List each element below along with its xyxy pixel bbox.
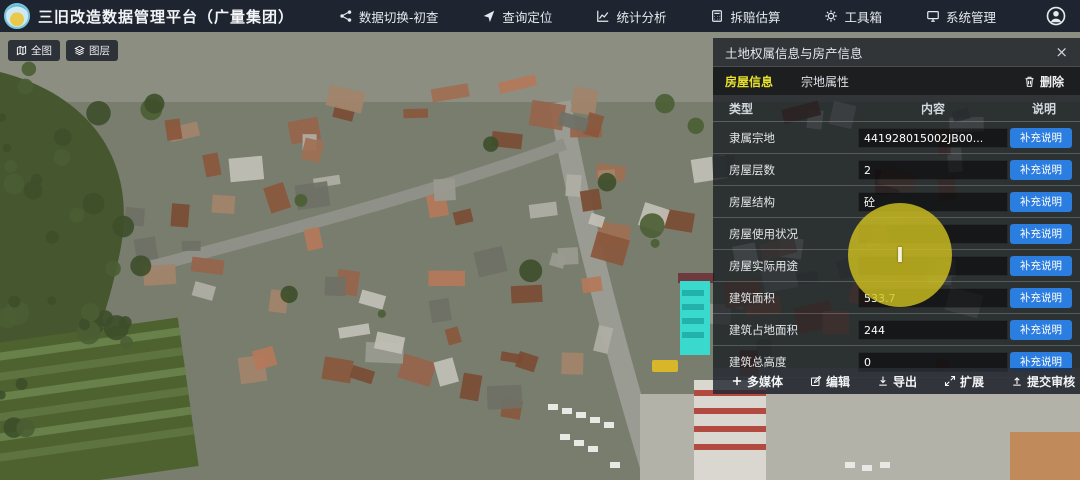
layers-label: 图层 [89,43,110,58]
col-header-note: 说明 [1008,100,1080,117]
table-header-row: 类型 内容 说明 [713,95,1080,122]
table-row-actual-use: 房屋实际用途 补充说明 [713,250,1080,282]
panel-titlebar: 土地权属信息与房产信息 × [713,38,1080,67]
edit-icon [810,375,822,387]
panel-toolbar: 多媒体 编辑 导出 扩展 提交审核 审核意见 [713,368,1080,394]
submit-review-button[interactable]: 提交审核 [1005,372,1080,391]
row-value-field[interactable] [858,224,1008,244]
tab-parcel-attributes[interactable]: 宗地属性 [801,73,849,90]
app-logo [4,3,30,29]
export-icon [877,375,889,387]
nav-label: 拆赔估算 [730,7,780,26]
edit-button[interactable]: 编辑 [804,372,856,391]
calculator-icon [710,9,724,23]
nav-item-system-admin[interactable]: 系统管理 [926,7,996,26]
row-value-field[interactable]: 533.7 [858,288,1008,308]
col-header-content: 内容 [858,100,1008,117]
main-nav: 数据切换-初查 查询定位 统计分析 拆赔估算 工具箱 系统管理 [339,6,1080,26]
supplement-note-button[interactable]: 补充说明 [1010,256,1072,276]
panel-title: 土地权属信息与房产信息 [725,43,863,62]
toolbar-label: 编辑 [826,373,850,390]
map-white-red-building [694,380,766,480]
toolbar-label: 多媒体 [747,373,783,390]
supplement-note-button[interactable]: 补充说明 [1010,128,1072,148]
delete-label: 删除 [1040,73,1064,90]
property-info-panel: 土地权属信息与房产信息 × 房屋信息 宗地属性 删除 类型 内容 说明 隶属宗地… [713,38,1080,368]
full-extent-label: 全图 [31,43,52,58]
user-avatar-icon[interactable] [1046,6,1066,26]
nav-label: 统计分析 [616,7,666,26]
gear-icon [824,9,838,23]
nav-label: 数据切换-初查 [359,7,439,26]
row-label: 房屋使用状况 [713,226,858,242]
nav-item-demolition-estimate[interactable]: 拆赔估算 [710,7,780,26]
row-label: 房屋结构 [713,194,858,210]
layers-button[interactable]: 图层 [66,40,118,61]
row-value-field[interactable]: 2 [858,160,1008,180]
row-label: 建筑占地面积 [713,322,858,338]
row-value-field[interactable]: 砼 [858,192,1008,212]
toolbar-label: 提交审核 [1027,373,1075,390]
row-label: 房屋实际用途 [713,258,858,274]
export-button[interactable]: 导出 [871,372,923,391]
map-garden-plots [0,317,199,480]
app-header: 三旧改造数据管理平台（广量集团） 数据切换-初查 查询定位 统计分析 拆赔估算 … [0,0,1080,32]
row-label: 建筑面积 [713,290,858,306]
full-extent-button[interactable]: 全图 [8,40,60,61]
col-header-type: 类型 [713,100,858,117]
row-value-field[interactable]: 244 [858,320,1008,340]
multimedia-button[interactable]: 多媒体 [725,372,789,391]
map-bus [652,360,678,372]
tab-house-info[interactable]: 房屋信息 [725,73,773,90]
delete-button[interactable]: 删除 [1017,72,1070,91]
nav-item-data-switch[interactable]: 数据切换-初查 [339,7,439,26]
share-network-icon [339,9,353,23]
panel-tabs: 房屋信息 宗地属性 删除 [713,67,1080,95]
table-row-footprint-area: 建筑占地面积 244 补充说明 [713,314,1080,346]
nav-label: 查询定位 [502,7,552,26]
monitor-icon [926,9,940,23]
expand-icon [944,375,956,387]
selected-building-highlight[interactable] [678,273,714,355]
nav-item-query-locate[interactable]: 查询定位 [482,7,552,26]
row-label: 房屋层数 [713,162,858,178]
nav-label: 工具箱 [844,7,882,26]
table-row-parcel: 隶属宗地 441928015002JB00... 补充说明 [713,122,1080,154]
supplement-note-button[interactable]: 补充说明 [1010,320,1072,340]
layers-icon [74,45,85,56]
table-row-structure: 房屋结构 砼 补充说明 [713,186,1080,218]
table-row-floors: 房屋层数 2 补充说明 [713,154,1080,186]
navigation-icon [482,9,496,23]
plus-icon [731,375,743,387]
toolbar-label: 导出 [893,373,917,390]
row-value-field[interactable] [858,256,1008,276]
nav-item-toolbox[interactable]: 工具箱 [824,7,882,26]
trash-icon [1023,75,1036,88]
nav-label: 系统管理 [946,7,996,26]
close-icon[interactable]: × [1053,45,1070,60]
map-icon [16,45,27,56]
expand-button[interactable]: 扩展 [938,372,990,391]
toolbar-label: 扩展 [960,373,984,390]
line-chart-icon [596,9,610,23]
map-corner-building [1010,432,1080,480]
app-title: 三旧改造数据管理平台（广量集团） [38,6,294,27]
row-value-field[interactable]: 441928015002JB00... [858,128,1008,148]
supplement-note-button[interactable]: 补充说明 [1010,288,1072,308]
nav-item-statistics[interactable]: 统计分析 [596,7,666,26]
supplement-note-button[interactable]: 补充说明 [1010,160,1072,180]
supplement-note-button[interactable]: 补充说明 [1010,224,1072,244]
map-controls: 全图 图层 [8,40,118,61]
submit-icon [1011,375,1023,387]
supplement-note-button[interactable]: 补充说明 [1010,192,1072,212]
row-label: 隶属宗地 [713,130,858,146]
table-row-floor-area: 建筑面积 533.7 补充说明 [713,282,1080,314]
table-row-usage-status: 房屋使用状况 补充说明 [713,218,1080,250]
